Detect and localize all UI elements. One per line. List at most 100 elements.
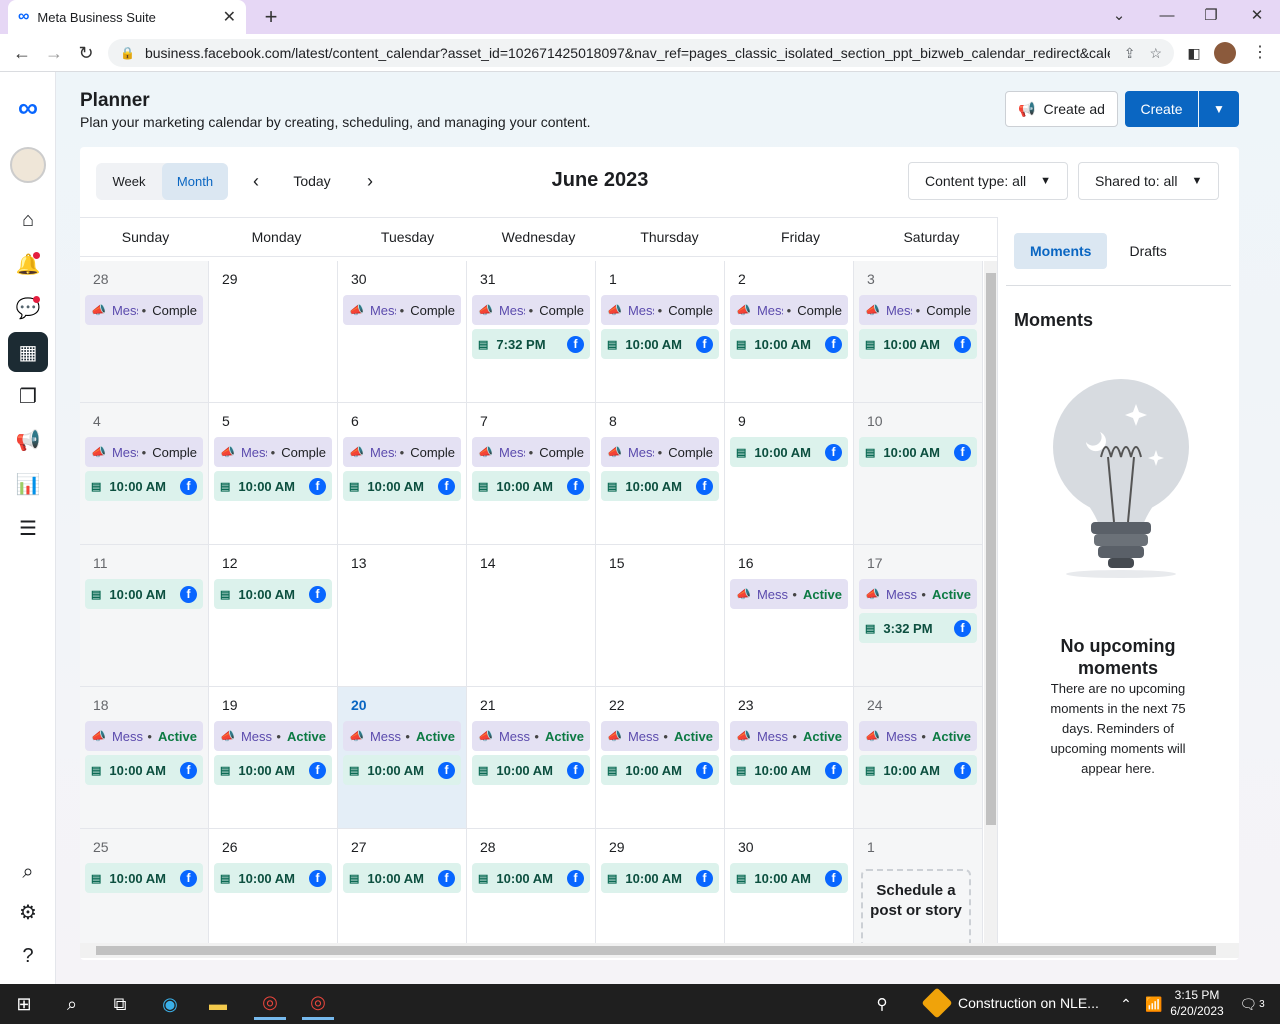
calendar-day-cell[interactable]: 28 ▤ 10:00 AM f [467, 829, 596, 947]
calendar-day-cell[interactable]: 1 Schedule a post or story [854, 829, 983, 947]
meta-home-logo-icon[interactable]: ∞ [8, 88, 48, 128]
ad-event-chip[interactable]: 📣 Mess• Comple [85, 437, 203, 467]
content-icon[interactable]: ❐ [8, 376, 48, 416]
ad-event-chip[interactable]: 📣 Mess • Active [730, 579, 848, 609]
scheduled-post-chip[interactable]: ▤ 10:00 AM f [859, 755, 977, 785]
ad-event-chip[interactable]: 📣 Mess• Comple [601, 295, 719, 325]
calendar-day-cell[interactable]: 28 📣 Mess• Comple [80, 261, 209, 403]
share-icon[interactable]: ⇪ [1124, 45, 1136, 62]
scheduled-post-chip[interactable]: ▤ 10:00 AM f [472, 755, 590, 785]
back-icon[interactable]: ← [10, 41, 34, 65]
file-explorer-icon[interactable]: ▬ [202, 988, 234, 1020]
people-icon[interactable]: ⚲ [866, 988, 898, 1020]
calendar-day-cell[interactable]: 2 📣 Mess• Comple ▤ 10:00 AM f [725, 261, 854, 403]
task-view-icon[interactable]: ⧉ [104, 988, 136, 1020]
today-button[interactable]: Today [280, 165, 344, 197]
scheduled-post-chip[interactable]: ▤ 10:00 AM f [343, 755, 461, 785]
vertical-scrollbar[interactable] [984, 261, 997, 947]
ad-event-chip[interactable]: 📣 Mess • Active [859, 721, 977, 751]
calendar-day-cell[interactable]: 27 ▤ 10:00 AM f [338, 829, 467, 947]
calendar-day-cell[interactable]: 31 📣 Mess• Comple ▤ 7:32 PM f [467, 261, 596, 403]
shared-to-dropdown[interactable]: Shared to: all ▼ [1078, 162, 1220, 200]
scheduled-post-chip[interactable]: ▤ 10:00 AM f [601, 755, 719, 785]
search-icon[interactable]: ⌕ [8, 852, 48, 892]
windows-start-icon[interactable]: ⊞ [8, 988, 40, 1020]
chrome-icon[interactable]: ◎ [254, 988, 286, 1020]
close-window-button[interactable]: ✕ [1242, 4, 1272, 28]
ad-event-chip[interactable]: 📣 Mess • Active [730, 721, 848, 751]
scheduled-post-chip[interactable]: ▤ 10:00 AM f [859, 437, 977, 467]
ad-event-chip[interactable]: 📣 Mess • Active [472, 721, 590, 751]
calendar-day-cell[interactable]: 29 [209, 261, 338, 403]
home-icon[interactable]: ⌂ [8, 200, 48, 240]
calendar-day-cell[interactable]: 8 📣 Mess• Comple ▤ 10:00 AM f [596, 403, 725, 545]
browser-tab[interactable]: ∞ Meta Business Suite ✕ [8, 0, 246, 34]
scheduled-post-chip[interactable]: ▤ 10:00 AM f [343, 471, 461, 501]
ad-event-chip[interactable]: 📣 Mess• Comple [601, 437, 719, 467]
traffic-notice[interactable]: Construction on NLE... [921, 987, 1099, 1019]
create-button[interactable]: Create [1125, 91, 1198, 127]
browser-menu-icon[interactable]: ⋮ [1252, 42, 1268, 62]
month-view-button[interactable]: Month [162, 163, 228, 200]
scheduled-post-chip[interactable]: ▤ 10:00 AM f [472, 863, 590, 893]
ad-event-chip[interactable]: 📣 Mess• Comple [472, 295, 590, 325]
ad-event-chip[interactable]: 📣 Mess • Active [343, 721, 461, 751]
edge-browser-icon[interactable]: ◉ [154, 988, 186, 1020]
wifi-icon[interactable]: 📶 [1138, 988, 1170, 1020]
new-tab-button[interactable]: + [258, 4, 284, 30]
calendar-day-cell[interactable]: 6 📣 Mess• Comple ▤ 10:00 AM f [338, 403, 467, 545]
ad-event-chip[interactable]: 📣 Mess • Active [214, 721, 332, 751]
calendar-day-cell[interactable]: 20 📣 Mess • Active ▤ 10:00 AM f [338, 687, 467, 829]
scheduled-post-chip[interactable]: ▤ 10:00 AM f [85, 755, 203, 785]
clock[interactable]: 3:15 PM 6/20/2023 [1168, 987, 1226, 1019]
all-tools-menu-icon[interactable]: ☰ [8, 508, 48, 548]
calendar-day-cell[interactable]: 3 📣 Mess• Comple ▤ 10:00 AM f [854, 261, 983, 403]
ad-event-chip[interactable]: 📣 Mess• Comple [343, 295, 461, 325]
inbox-icon[interactable]: 💬 [8, 288, 48, 328]
notifications-icon[interactable]: 🔔 [8, 244, 48, 284]
calendar-day-cell[interactable]: 9 ▤ 10:00 AM f [725, 403, 854, 545]
tab-drafts[interactable]: Drafts [1113, 233, 1182, 269]
calendar-day-cell[interactable]: 30 ▤ 10:00 AM f [725, 829, 854, 947]
minimize-button[interactable]: — [1152, 4, 1182, 28]
calendar-day-cell[interactable]: 19 📣 Mess • Active ▤ 10:00 AM f [209, 687, 338, 829]
scheduled-post-chip[interactable]: ▤ 10:00 AM f [601, 863, 719, 893]
horizontal-scrollbar[interactable] [80, 943, 1239, 958]
scrollbar-thumb[interactable] [96, 946, 1216, 955]
create-ad-button[interactable]: 📢 Create ad [1005, 91, 1118, 127]
week-view-button[interactable]: Week [96, 163, 162, 200]
calendar-day-cell[interactable]: 21 📣 Mess • Active ▤ 10:00 AM f [467, 687, 596, 829]
scheduled-post-chip[interactable]: ▤ 10:00 AM f [85, 863, 203, 893]
ad-event-chip[interactable]: 📣 Mess• Comple [730, 295, 848, 325]
scheduled-post-chip[interactable]: ▤ 10:00 AM f [214, 863, 332, 893]
calendar-day-cell[interactable]: 30 📣 Mess• Comple [338, 261, 467, 403]
calendar-day-cell[interactable]: 29 ▤ 10:00 AM f [596, 829, 725, 947]
insights-icon[interactable]: 📊 [8, 464, 48, 504]
calendar-day-cell[interactable]: 16 📣 Mess • Active [725, 545, 854, 687]
tab-search-icon[interactable]: ⌄ [1104, 4, 1134, 28]
ad-event-chip[interactable]: 📣 Mess • Active [85, 721, 203, 751]
ad-event-chip[interactable]: 📣 Mess• Comple [343, 437, 461, 467]
scheduled-post-chip[interactable]: ▤ 10:00 AM f [214, 579, 332, 609]
calendar-day-cell[interactable]: 24 📣 Mess • Active ▤ 10:00 AM f [854, 687, 983, 829]
calendar-day-cell[interactable]: 23 📣 Mess • Active ▤ 10:00 AM f [725, 687, 854, 829]
next-month-chevron-icon[interactable]: › [354, 165, 386, 197]
scheduled-post-chip[interactable]: ▤ 10:00 AM f [601, 329, 719, 359]
tab-moments[interactable]: Moments [1014, 233, 1108, 269]
calendar-day-cell[interactable]: 12 ▤ 10:00 AM f [209, 545, 338, 687]
calendar-day-cell[interactable]: 15 [596, 545, 725, 687]
scheduled-post-chip[interactable]: ▤ 10:00 AM f [730, 437, 848, 467]
ad-event-chip[interactable]: 📣 Mess• Comple [214, 437, 332, 467]
forward-icon[interactable]: → [42, 41, 66, 65]
calendar-day-cell[interactable]: 13 [338, 545, 467, 687]
scheduled-post-chip[interactable]: ▤ 10:00 AM f [214, 755, 332, 785]
calendar-day-cell[interactable]: 4 📣 Mess• Comple ▤ 10:00 AM f [80, 403, 209, 545]
calendar-day-cell[interactable]: 10 ▤ 10:00 AM f [854, 403, 983, 545]
calendar-day-cell[interactable]: 14 [467, 545, 596, 687]
close-tab-icon[interactable]: ✕ [223, 7, 236, 27]
notifications-center-icon[interactable]: 🗨 3 [1236, 988, 1268, 1020]
scheduled-post-chip[interactable]: ▤ 10:00 AM f [730, 755, 848, 785]
create-dropdown-button[interactable]: ▼ [1199, 91, 1239, 127]
scheduled-post-chip[interactable]: ▤ 10:00 AM f [85, 471, 203, 501]
scheduled-post-chip[interactable]: ▤ 10:00 AM f [343, 863, 461, 893]
